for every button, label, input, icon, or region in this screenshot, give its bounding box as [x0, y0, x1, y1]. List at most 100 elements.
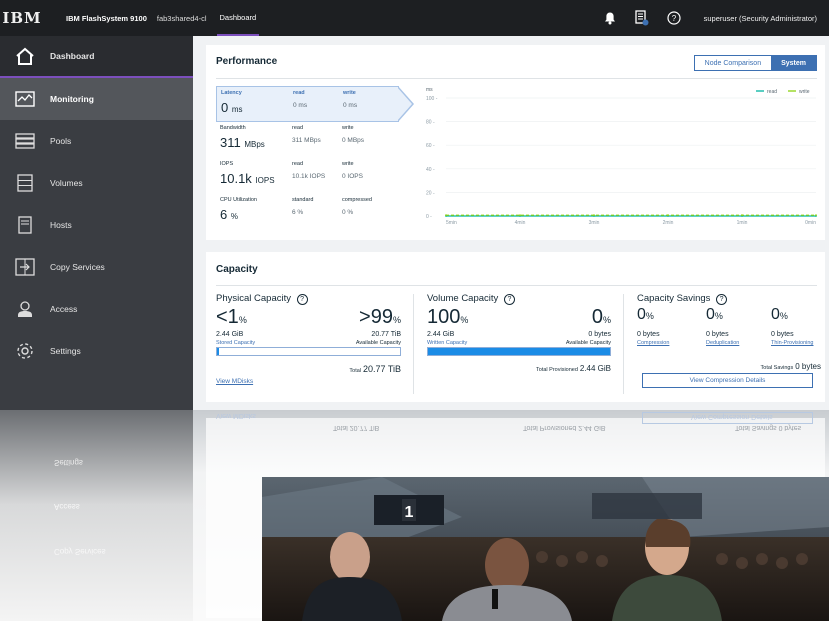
system-button[interactable]: System — [771, 56, 816, 70]
sidebar-item-monitoring[interactable]: Monitoring — [0, 78, 193, 120]
tasks-icon[interactable] — [634, 10, 650, 26]
sidebar-item-label: Pools — [50, 136, 72, 146]
monitoring-icon — [14, 88, 36, 110]
sidebar-item-label: Hosts — [50, 220, 72, 230]
metric-latency[interactable]: Latency 0 ms read 0 ms write 0 ms — [216, 86, 414, 122]
deduplication-link[interactable]: Deduplication — [706, 340, 739, 346]
compression-link[interactable]: Compression — [637, 340, 669, 346]
help-icon[interactable]: ? — [716, 294, 728, 305]
metric-iops[interactable]: IOPS 10.1k IOPS read 10.1k IOPS write 0 … — [216, 158, 399, 194]
reflection-text: Copy Services — [54, 547, 106, 556]
compressed-label: compressed — [342, 197, 372, 203]
volumes-icon — [14, 172, 36, 194]
video-overlay[interactable]: 1 — [262, 477, 829, 621]
read-value: 10.1k IOPS — [292, 173, 326, 180]
sidebar-item-label: Copy Services — [50, 262, 105, 272]
reflection-text: View Compression Details — [691, 413, 773, 420]
volume-written-percent: 100% — [427, 306, 469, 328]
metric-value: 0 ms — [221, 100, 243, 115]
divider — [413, 294, 414, 394]
sidebar-item-copy-services[interactable]: Copy Services — [0, 246, 193, 288]
compression-percent: 0% — [637, 306, 654, 323]
thin-provisioning-percent: 0% — [771, 306, 788, 323]
svg-text:1: 1 — [405, 504, 414, 521]
metric-label: IOPS — [220, 161, 234, 167]
write-value: 0 IOPS — [342, 173, 363, 180]
help-icon[interactable]: ? — [296, 294, 308, 305]
y-tick-label: 60 - — [426, 143, 435, 149]
sidebar-item-hosts[interactable]: Hosts — [0, 204, 193, 246]
physical-used-percent: <1% — [216, 306, 247, 328]
compressed-value: 0 % — [342, 209, 354, 216]
data-point-write — [519, 214, 521, 217]
divider — [623, 294, 624, 394]
top-bar: IBM IBM FlashSystem 9100 fab3shared4-cl … — [0, 0, 829, 36]
y-tick-label: 80 - — [426, 120, 435, 126]
volume-capacity-title: Volume Capacity ? — [427, 293, 515, 305]
user-menu[interactable]: superuser (Security Administrator) — [704, 14, 817, 23]
system-name[interactable]: fab3shared4-cl — [157, 14, 207, 23]
sidebar-item-label: Settings — [50, 346, 81, 356]
stored-capacity-label: Stored Capacity — [216, 340, 256, 346]
capacity-title: Capacity — [216, 264, 258, 275]
legend-label-write: write — [799, 89, 810, 95]
ibm-logo: IBM — [2, 9, 42, 27]
available-capacity-label: Available Capacity — [355, 340, 401, 346]
sidebar-item-label: Dashboard — [50, 51, 95, 61]
volume-available-value: 0 bytes — [588, 331, 611, 338]
x-tick-label: 3min — [589, 220, 600, 226]
help-icon[interactable]: ? — [503, 294, 515, 305]
read-value: 311 MBps — [292, 137, 321, 144]
pools-icon — [14, 130, 36, 152]
stored-capacity-value: 2.44 GiB — [216, 331, 244, 338]
x-tick-label: 0min — [805, 220, 816, 226]
sidebar-item-settings[interactable]: Settings — [0, 330, 193, 372]
total-savings: Total Savings 0 bytes — [760, 362, 821, 371]
volume-available-percent: 0% — [591, 306, 611, 328]
write-label: write — [342, 125, 354, 131]
node-comparison-button[interactable]: Node Comparison — [694, 56, 772, 70]
metric-bandwidth[interactable]: Bandwidth 311 MBps read 311 MBps write 0… — [216, 122, 399, 158]
deduplication-percent: 0% — [706, 306, 723, 323]
breadcrumb-dashboard[interactable]: Dashboard — [216, 0, 260, 36]
sidebar-item-pools[interactable]: Pools — [0, 120, 193, 162]
read-label: read — [292, 161, 304, 167]
bell-icon[interactable] — [602, 10, 618, 26]
physical-capacity-title: Physical Capacity ? — [216, 293, 308, 305]
physical-total: Total 20.77 TiB — [349, 364, 401, 374]
dashboard-main: Performance Node Comparison System Laten… — [193, 36, 829, 410]
sidebar-item-dashboard[interactable]: Dashboard — [0, 36, 193, 78]
y-axis-label: ms — [426, 87, 433, 93]
written-capacity-label: Written Capacity — [427, 340, 468, 346]
sidebar-item-access[interactable]: Access — [0, 288, 193, 330]
help-icon[interactable]: ? — [666, 10, 682, 26]
thin-provisioning-value: 0 bytes — [771, 331, 794, 338]
capacity-card: Capacity Physical Capacity ? <1% >99% 2.… — [206, 252, 825, 402]
y-tick-label: 20 - — [426, 190, 435, 196]
standard-value: 6 % — [292, 209, 304, 216]
x-tick-label: 4min — [515, 220, 526, 226]
y-tick-label: 100 - — [426, 96, 438, 102]
compression-value: 0 bytes — [637, 331, 660, 338]
thin-provisioning-link[interactable]: Thin-Provisioning — [771, 340, 814, 346]
sidebar-item-label: Volumes — [50, 178, 83, 188]
data-point-write — [815, 214, 817, 217]
write-label: write — [342, 161, 354, 167]
metric-value: 311 MBps — [220, 135, 265, 150]
volume-available-label: Available Capacity — [565, 340, 611, 346]
divider — [216, 78, 817, 79]
y-tick-label: 0 - — [426, 214, 432, 220]
performance-card: Performance Node Comparison System Laten… — [206, 45, 825, 240]
write-label: write — [343, 90, 356, 96]
reflection-text: Total 20.77 TiB — [333, 424, 380, 431]
sidebar-item-volumes[interactable]: Volumes — [0, 162, 193, 204]
metric-cpu[interactable]: CPU Utilization 6 % standard 6 % compres… — [216, 194, 399, 230]
access-icon — [14, 298, 36, 320]
view-mdisks-link[interactable]: View MDisks — [216, 378, 253, 385]
hosts-icon — [14, 214, 36, 236]
reflection-text: View MDisks — [216, 412, 256, 419]
video-frame: 1 — [262, 477, 829, 621]
sidebar-item-label: Access — [50, 304, 78, 314]
available-capacity-value: 20.77 TiB — [371, 331, 401, 338]
view-compression-details-button[interactable]: View Compression Details — [642, 373, 813, 388]
